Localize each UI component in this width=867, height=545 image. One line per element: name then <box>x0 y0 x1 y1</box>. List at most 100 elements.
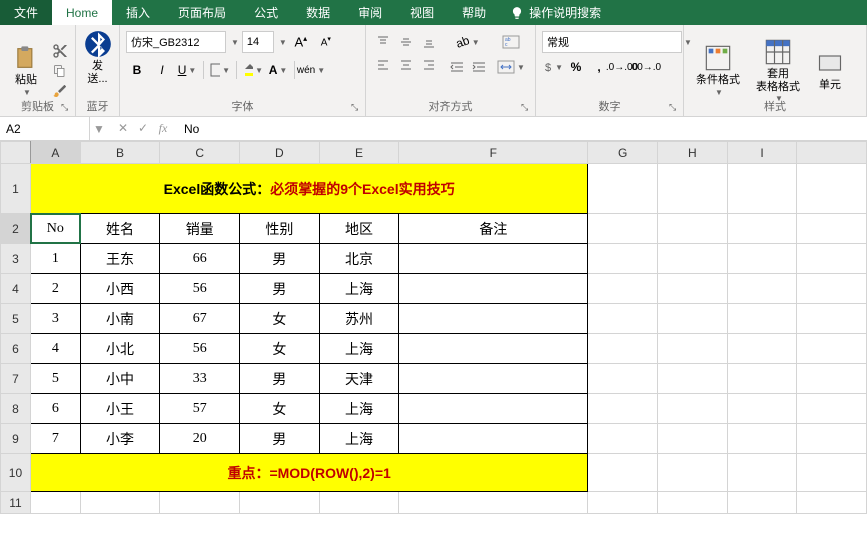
cell[interactable] <box>727 424 797 454</box>
wrap-text-button[interactable]: abc <box>496 31 526 53</box>
cell[interactable] <box>588 454 658 492</box>
font-size-select[interactable] <box>242 31 274 53</box>
cell[interactable]: 5 <box>30 364 80 394</box>
tab-home[interactable]: Home <box>52 0 112 25</box>
cell[interactable] <box>727 304 797 334</box>
cell[interactable] <box>588 364 658 394</box>
col-header-H[interactable]: H <box>658 142 728 164</box>
cell[interactable] <box>797 334 867 364</box>
cell[interactable] <box>30 492 80 514</box>
cell[interactable]: 上海 <box>319 334 399 364</box>
cell[interactable] <box>797 304 867 334</box>
cell[interactable]: 天津 <box>319 364 399 394</box>
cell[interactable]: 2 <box>30 274 80 304</box>
align-center-button[interactable] <box>395 54 417 76</box>
cell[interactable] <box>399 492 588 514</box>
cell[interactable] <box>588 394 658 424</box>
cell[interactable]: 男 <box>240 244 320 274</box>
cell[interactable]: 重点：=MOD(ROW(),2)=1 <box>30 454 587 492</box>
cell[interactable] <box>797 214 867 244</box>
row-header[interactable]: 7 <box>1 364 31 394</box>
cell[interactable] <box>797 164 867 214</box>
cell[interactable]: 地区 <box>319 214 399 244</box>
cell[interactable] <box>399 274 588 304</box>
increase-indent-button[interactable] <box>468 56 490 78</box>
col-header-B[interactable]: B <box>80 142 160 164</box>
cell[interactable]: 销量 <box>160 214 240 244</box>
cell[interactable]: 小王 <box>80 394 160 424</box>
cell[interactable] <box>727 214 797 244</box>
cell[interactable]: 3 <box>30 304 80 334</box>
insert-function-button[interactable]: fx <box>154 121 172 136</box>
tab-file[interactable]: 文件 <box>0 0 52 25</box>
cell[interactable] <box>399 244 588 274</box>
cell[interactable]: No <box>30 214 80 244</box>
tab-help[interactable]: 帮助 <box>448 0 500 25</box>
cell[interactable] <box>588 492 658 514</box>
number-format-select[interactable] <box>542 31 682 53</box>
clipboard-launcher[interactable]: ⤡ <box>61 102 73 114</box>
cell[interactable] <box>658 214 728 244</box>
cell[interactable] <box>658 424 728 454</box>
cell[interactable] <box>797 492 867 514</box>
increase-font-button[interactable]: A▴ <box>290 31 312 53</box>
merge-button[interactable]: ▼ <box>496 56 526 78</box>
cell[interactable] <box>797 424 867 454</box>
underline-button[interactable]: U▼ <box>176 59 198 81</box>
cell[interactable] <box>588 244 658 274</box>
cell[interactable] <box>658 244 728 274</box>
cell[interactable]: 小西 <box>80 274 160 304</box>
cell[interactable] <box>727 334 797 364</box>
percent-button[interactable]: % <box>565 56 587 78</box>
row-header[interactable]: 3 <box>1 244 31 274</box>
tab-review[interactable]: 审阅 <box>344 0 396 25</box>
cell[interactable] <box>588 164 658 214</box>
cell[interactable]: 56 <box>160 334 240 364</box>
font-color-button[interactable]: A▼ <box>267 59 289 81</box>
cell[interactable]: 33 <box>160 364 240 394</box>
cell[interactable] <box>399 394 588 424</box>
cell[interactable]: 上海 <box>319 424 399 454</box>
cell[interactable]: 7 <box>30 424 80 454</box>
tell-me-search[interactable]: 操作说明搜索 <box>500 4 611 21</box>
cell[interactable] <box>658 394 728 424</box>
align-left-button[interactable] <box>372 54 394 76</box>
cell[interactable]: 小李 <box>80 424 160 454</box>
select-all-corner[interactable] <box>1 142 31 164</box>
cell[interactable]: 姓名 <box>80 214 160 244</box>
cell[interactable] <box>399 334 588 364</box>
cell[interactable] <box>658 492 728 514</box>
row-header[interactable]: 4 <box>1 274 31 304</box>
cell[interactable] <box>658 364 728 394</box>
cell[interactable]: 66 <box>160 244 240 274</box>
row-header[interactable]: 6 <box>1 334 31 364</box>
cell[interactable]: 57 <box>160 394 240 424</box>
decrease-decimal-button[interactable]: .00→.0 <box>634 56 656 78</box>
cell[interactable] <box>399 424 588 454</box>
cell[interactable]: 男 <box>240 274 320 304</box>
cell[interactable] <box>727 274 797 304</box>
cell[interactable] <box>727 164 797 214</box>
cell[interactable] <box>588 274 658 304</box>
number-launcher[interactable]: ⤡ <box>669 102 681 114</box>
cell[interactable]: 女 <box>240 304 320 334</box>
align-launcher[interactable]: ⤡ <box>521 102 533 114</box>
bluetooth-send-button[interactable]: 发送... <box>82 28 113 88</box>
cell[interactable] <box>797 244 867 274</box>
align-bottom-button[interactable] <box>418 31 440 53</box>
phonetic-button[interactable]: wén▼ <box>300 59 322 81</box>
name-box-dropdown[interactable]: ▼ <box>90 122 108 136</box>
cell[interactable] <box>727 364 797 394</box>
cell[interactable] <box>658 274 728 304</box>
col-header-F[interactable]: F <box>399 142 588 164</box>
decrease-indent-button[interactable] <box>446 56 468 78</box>
col-header-E[interactable]: E <box>319 142 399 164</box>
cell[interactable] <box>727 244 797 274</box>
align-middle-button[interactable] <box>395 31 417 53</box>
cut-button[interactable] <box>50 42 70 60</box>
cell[interactable] <box>588 214 658 244</box>
cell[interactable]: 北京 <box>319 244 399 274</box>
sheet-area[interactable]: A B C D E F G H I 1 Excel函数公式：必须掌握的9个Exc… <box>0 141 867 514</box>
italic-button[interactable]: I <box>151 59 173 81</box>
align-top-button[interactable] <box>372 31 394 53</box>
